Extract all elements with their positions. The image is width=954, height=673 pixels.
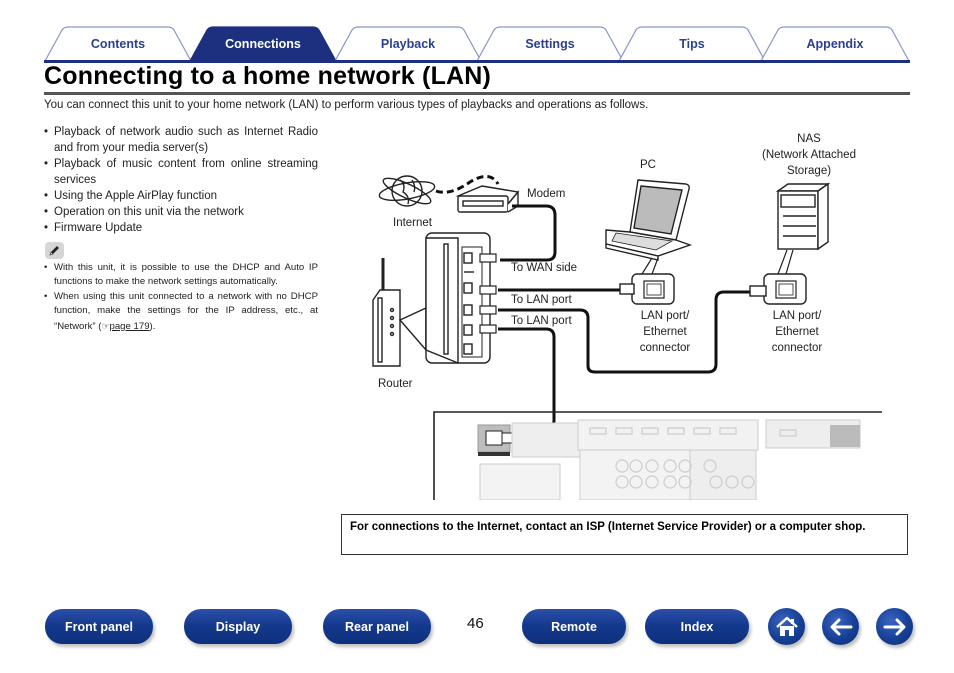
list-item: Firmware Update — [44, 220, 318, 236]
list-item: Playback of network audio such as Intern… — [44, 124, 318, 156]
pc-port-line-2: Ethernet — [643, 326, 687, 338]
globe-icon — [378, 175, 436, 207]
nas-line-3: Storage) — [786, 165, 832, 177]
button-label: Index — [680, 619, 714, 634]
tab-playback[interactable]: Playback — [334, 26, 482, 61]
note-item: When using this unit connected to a netw… — [44, 290, 318, 334]
label-pc-port: LAN port/ Ethernet connector — [630, 308, 700, 356]
back-arrow-icon — [830, 618, 852, 635]
tab-settings[interactable]: Settings — [476, 26, 624, 61]
label-modem: Modem — [527, 188, 566, 200]
title-divider — [44, 92, 910, 95]
button-label: Remote — [551, 619, 597, 634]
label-nas: NAS (Network Attached Storage) — [750, 131, 868, 179]
label-to-lan-2: To LAN port — [511, 315, 572, 327]
home-button[interactable] — [768, 608, 805, 645]
label-pc: PC — [640, 159, 656, 171]
page-number: 46 — [467, 615, 484, 632]
tab-label: Contents — [90, 36, 146, 51]
feature-list: Playback of network audio such as Intern… — [44, 124, 318, 236]
nas-line-1: NAS — [797, 133, 821, 145]
tab-label: Appendix — [806, 36, 864, 51]
tab-connections[interactable]: Connections — [189, 26, 337, 61]
button-label: Front panel — [64, 619, 134, 634]
label-to-lan-1: To LAN port — [511, 294, 572, 306]
nas-line-2: (Network Attached — [762, 149, 856, 161]
intro-text: You can connect this unit to your home n… — [44, 99, 649, 111]
nas-port-line-1: LAN port/ — [772, 310, 822, 322]
list-item: Operation on this unit via the network — [44, 204, 318, 220]
tab-contents[interactable]: Contents — [44, 26, 192, 61]
tab-label: Connections — [225, 36, 301, 51]
front-panel-button[interactable]: Front panel — [45, 609, 153, 644]
note-item: With this unit, it is possible to use th… — [44, 261, 318, 290]
display-button[interactable]: Display — [184, 609, 292, 644]
laptop-icon — [605, 179, 693, 261]
pc-port-line-3: connector — [639, 342, 691, 354]
button-label: Display — [215, 619, 261, 634]
wan-cable — [500, 204, 557, 262]
label-router: Router — [378, 378, 413, 390]
nas-port-line-2: Ethernet — [775, 326, 819, 338]
nas-tower-icon — [775, 182, 831, 251]
modem-icon — [455, 185, 520, 213]
section-tabs: Contents Connections Playback Settings T… — [44, 26, 910, 62]
remote-button[interactable]: Remote — [522, 609, 626, 644]
label-to-wan: To WAN side — [511, 262, 578, 274]
tab-appendix[interactable]: Appendix — [760, 26, 910, 61]
isp-notice: For connections to the Internet, contact… — [341, 514, 908, 555]
tab-label: Settings — [525, 36, 575, 51]
tab-label: Tips — [679, 36, 705, 51]
label-internet: Internet — [393, 217, 432, 229]
forward-button[interactable] — [876, 608, 913, 645]
notes-list: With this unit, it is possible to use th… — [44, 261, 318, 334]
pencil-icon — [45, 242, 64, 259]
nas-lan-port — [749, 273, 807, 305]
home-icon — [775, 616, 798, 636]
list-item: Using the Apple AirPlay function — [44, 188, 318, 204]
network-diagram: Internet Modem Router To WAN side To LAN… — [340, 120, 910, 500]
lan-cable-unit — [498, 327, 556, 440]
index-button[interactable]: Index — [645, 609, 749, 644]
rear-panel-button[interactable]: Rear panel — [323, 609, 431, 644]
pc-lan-port — [619, 273, 675, 305]
note-text-end: ). — [149, 320, 156, 332]
tab-label: Playback — [380, 36, 436, 51]
list-item: Playback of music content from online st… — [44, 156, 318, 188]
hand-pointer-icon: ☞ — [101, 320, 110, 331]
button-label: Rear panel — [345, 619, 409, 634]
router-icon — [372, 232, 491, 367]
page-title: Connecting to a home network (LAN) — [44, 62, 492, 90]
note-text: When using this unit connected to a netw… — [54, 290, 318, 332]
nas-port-line-3: connector — [771, 342, 823, 354]
forward-arrow-icon — [883, 618, 905, 635]
receiver-rear-panel — [433, 411, 882, 500]
page-179-link[interactable]: page 179 — [110, 321, 150, 332]
tab-tips[interactable]: Tips — [618, 26, 766, 61]
back-button[interactable] — [822, 608, 859, 645]
pc-port-line-1: LAN port/ — [640, 310, 690, 322]
label-nas-port: LAN port/ Ethernet connector — [762, 308, 832, 356]
